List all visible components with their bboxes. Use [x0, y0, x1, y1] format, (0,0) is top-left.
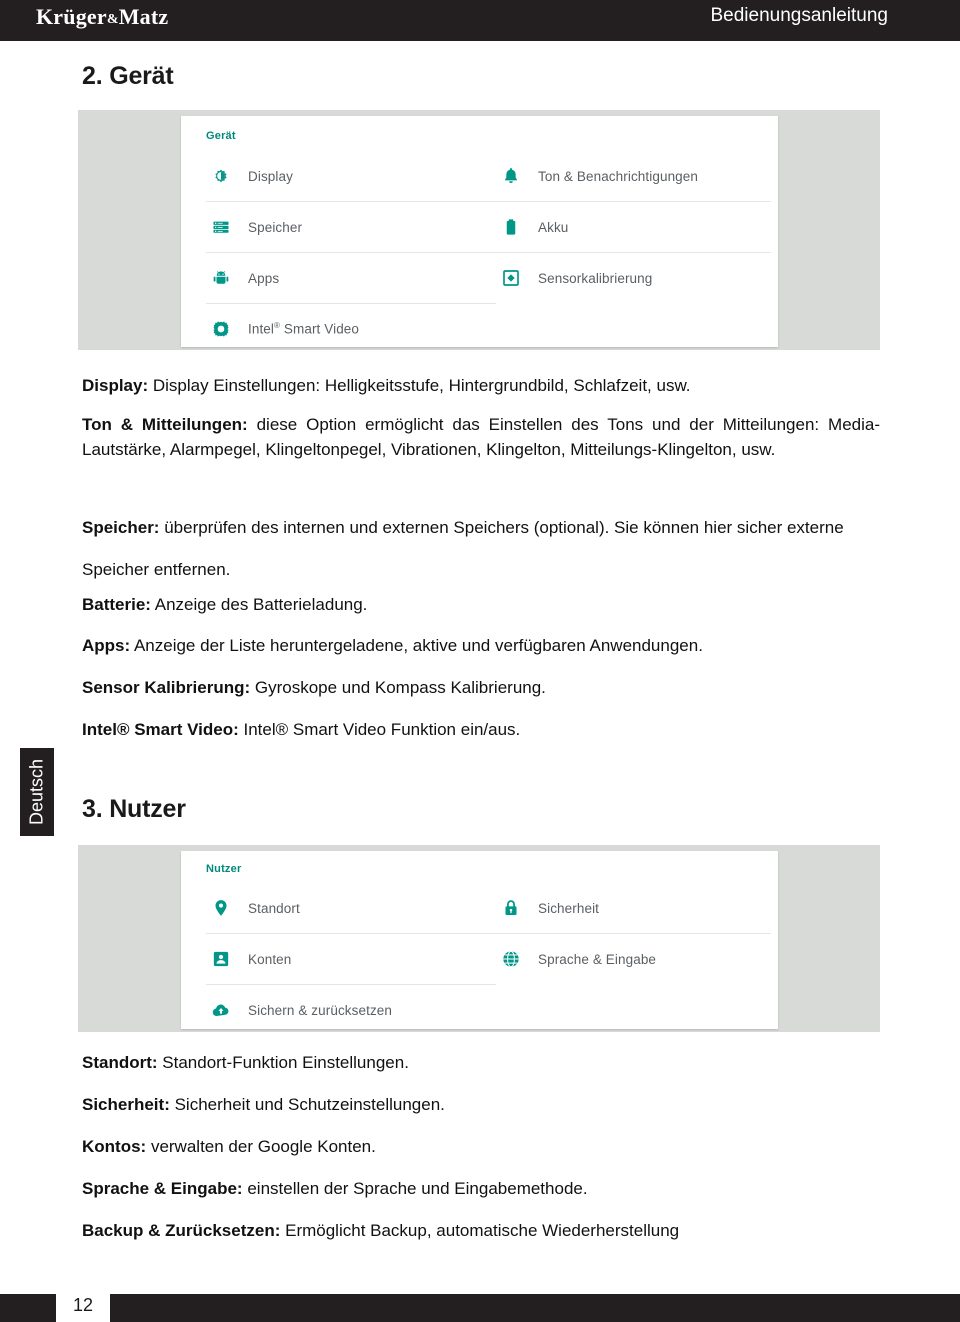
page-header: Krüger&Matz Bedienungsanleitung	[0, 0, 960, 38]
paragraph-standort: Standort: Standort-Funktion Einstellunge…	[82, 1050, 880, 1075]
settings-item-label: Akku	[538, 219, 569, 235]
term-speicher: Speicher:	[82, 518, 160, 537]
page-footer	[0, 1294, 960, 1322]
globe-icon	[496, 946, 526, 972]
location-pin-icon	[206, 895, 236, 921]
paragraph-speicher: Speicher: überprüfen des internen und ex…	[82, 507, 880, 591]
term-sprache: Sprache & Eingabe:	[82, 1179, 243, 1198]
storage-icon	[206, 214, 236, 240]
settings-item-intel-smart-video[interactable]: Intel® Smart Video	[206, 304, 496, 354]
text-sprache: einstellen der Sprache und Eingabemethod…	[242, 1179, 588, 1198]
settings-item-label-main: Intel	[248, 321, 275, 337]
page-number-box: 12	[56, 1288, 110, 1322]
settings-group-title-nutzer: Nutzer	[206, 863, 242, 875]
term-sensor: Sensor Kalibrierung:	[82, 678, 251, 697]
settings-item-label: Apps	[248, 270, 280, 286]
text-display: Display Einstellungen: Helligkeitsstufe,…	[148, 376, 691, 395]
text-standort: Standort-Funktion Einstellungen.	[157, 1053, 409, 1072]
android-apps-icon	[206, 265, 236, 291]
settings-item-label-tail: Smart Video	[280, 321, 360, 337]
gear-icon	[206, 316, 236, 342]
brand-logo: Krüger&Matz	[36, 4, 168, 30]
settings-item-apps[interactable]: Apps	[206, 253, 496, 304]
settings-item-display[interactable]: Display	[206, 151, 496, 202]
language-tab-deutsch: Deutsch	[20, 748, 54, 836]
settings-item-label: Ton & Benachrichtigungen	[538, 168, 699, 184]
bell-icon	[496, 163, 526, 189]
text-sicherheit: Sicherheit und Schutzeinstellungen.	[169, 1095, 445, 1114]
settings-item-akku[interactable]: Akku	[496, 202, 771, 253]
settings-item-standort[interactable]: Standort	[206, 883, 496, 934]
paragraph-sprache-eingabe: Sprache & Eingabe: einstellen der Sprach…	[82, 1176, 880, 1201]
term-batterie: Batterie:	[82, 595, 151, 614]
cloud-backup-icon	[206, 997, 236, 1023]
settings-column-left: Standort Konten Sichern & zurücksetzen	[206, 883, 496, 1035]
paragraph-ton-mitteilungen: Ton & Mitteilungen: diese Option ermögli…	[82, 412, 880, 462]
text-speicher: überprüfen des internen und externen Spe…	[82, 518, 844, 579]
section-heading-nutzer: 3. Nutzer	[82, 795, 186, 823]
settings-group-title-geraet: Gerät	[206, 130, 236, 142]
account-icon	[206, 946, 236, 972]
paragraph-sicherheit: Sicherheit: Sicherheit und Schutzeinstel…	[82, 1092, 880, 1117]
settings-item-sicherheit[interactable]: Sicherheit	[496, 883, 771, 934]
paragraph-apps: Apps: Anzeige der Liste heruntergeladene…	[82, 633, 880, 658]
settings-item-label: Sprache & Eingabe	[538, 951, 657, 967]
page-number: 12	[72, 1294, 94, 1315]
paragraph-intel-smart-video: Intel® Smart Video: Intel® Smart Video F…	[82, 717, 880, 742]
settings-item-label: Speicher	[248, 219, 303, 235]
term-apps: Apps:	[82, 636, 131, 655]
settings-column-right: Sicherheit Sprache & Eingabe	[496, 883, 771, 984]
screenshot-nutzer-settings: Nutzer Standort Konten Sichern & zurücks…	[78, 845, 880, 1032]
text-sensor: Gyroskope und Kompass Kalibrierung.	[250, 678, 546, 697]
paragraph-batterie: Batterie: Anzeige des Batterieladung.	[82, 592, 880, 617]
settings-item-ton-benachrichtigungen[interactable]: Ton & Benachrichtigungen	[496, 151, 771, 202]
text-kontos: verwalten der Google Konten.	[146, 1137, 376, 1156]
settings-column-left: Display Speicher Apps Intel® Smart Video	[206, 151, 496, 354]
section-heading-geraet: 2. Gerät	[82, 62, 174, 90]
settings-item-label: Sicherheit	[538, 900, 600, 916]
term-display: Display:	[82, 376, 149, 395]
document-title: Bedienungsanleitung	[710, 5, 889, 26]
term-sicherheit: Sicherheit:	[82, 1095, 170, 1114]
header-divider	[0, 38, 960, 41]
language-tab-label: Deutsch	[26, 758, 47, 826]
settings-item-sichern-zuruecksetzen[interactable]: Sichern & zurücksetzen	[206, 985, 496, 1035]
settings-item-konten[interactable]: Konten	[206, 934, 496, 985]
text-batterie: Anzeige des Batterieladung.	[150, 595, 368, 614]
settings-item-label: Intel® Smart Video	[248, 321, 359, 337]
settings-item-sensorkalibrierung[interactable]: Sensorkalibrierung	[496, 253, 771, 303]
paragraph-display: Display: Display Einstellungen: Helligke…	[82, 373, 880, 398]
battery-icon	[496, 214, 526, 240]
paragraph-sensor-kalibrierung: Sensor Kalibrierung: Gyroskope und Kompa…	[82, 675, 880, 700]
settings-column-right: Ton & Benachrichtigungen Akku Sensorkali…	[496, 151, 771, 303]
screenshot-geraet-settings: Gerät Display Speicher Apps Intel® Smart…	[78, 110, 880, 350]
settings-item-label: Sichern & zurücksetzen	[248, 1002, 393, 1018]
paragraph-backup-zuruecksetzen: Backup & Zurücksetzen: Ermöglicht Backup…	[82, 1218, 880, 1243]
term-intel: Intel® Smart Video:	[82, 720, 239, 739]
settings-item-label: Standort	[248, 900, 300, 916]
settings-item-label: Display	[248, 168, 293, 184]
text-apps: Anzeige der Liste heruntergeladene, akti…	[130, 636, 703, 655]
term-backup: Backup & Zurücksetzen:	[82, 1221, 281, 1240]
term-ton: Ton & Mitteilungen:	[82, 415, 248, 434]
term-standort: Standort:	[82, 1053, 158, 1072]
settings-item-label: Konten	[248, 951, 292, 967]
brand-logo-ampersand: &	[106, 12, 119, 27]
paragraph-kontos: Kontos: verwalten der Google Konten.	[82, 1134, 880, 1159]
sensor-calibration-icon	[496, 265, 526, 291]
lock-icon	[496, 895, 526, 921]
text-backup: Ermöglicht Backup, automatische Wiederhe…	[280, 1221, 680, 1240]
settings-item-label: Sensorkalibrierung	[538, 270, 653, 286]
settings-item-speicher[interactable]: Speicher	[206, 202, 496, 253]
term-kontos: Kontos:	[82, 1137, 147, 1156]
brand-logo-tail: Matz	[118, 4, 169, 29]
brightness-icon	[206, 163, 236, 189]
text-intel: Intel® Smart Video Funktion ein/aus.	[238, 720, 521, 739]
settings-item-sprache-eingabe[interactable]: Sprache & Eingabe	[496, 934, 771, 984]
brand-logo-main: Krüger	[36, 4, 107, 29]
